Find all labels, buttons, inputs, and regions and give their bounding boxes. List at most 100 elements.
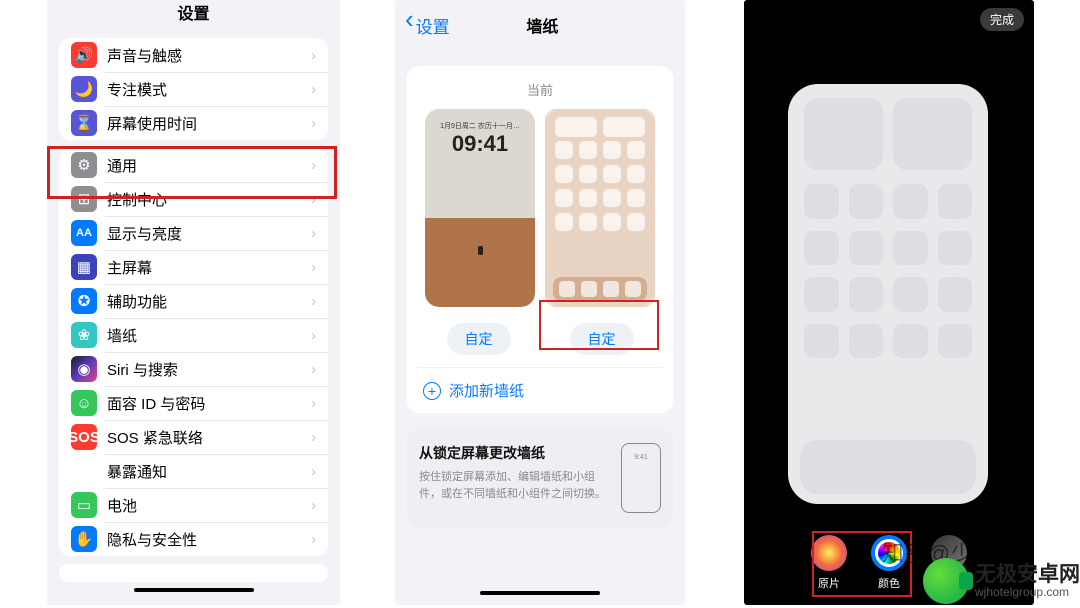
row-accessibility[interactable]: ✪ 辅助功能 › [59,284,328,318]
lock-date: 1月9日周二 农历十一月… [425,121,535,131]
row-label: 主屏幕 [107,257,311,278]
add-wallpaper-label: 添加新墙纸 [449,380,524,401]
grid-icon: ▦ [71,254,97,280]
chevron-right-icon: › [311,429,316,446]
customize-lock-button[interactable]: 自定 [447,323,511,355]
lock-clock: 09:41 [425,131,535,157]
aa-icon: AA [71,220,97,246]
chevron-right-icon: › [311,531,316,548]
lock-screen-thumb[interactable]: 1月9日周二 农历十一月… 09:41 [425,109,535,307]
chevron-right-icon: › [311,361,316,378]
chevron-left-icon [405,15,414,35]
row-control-center[interactable]: ⊞ 控制中心 › [59,182,328,216]
row-label: 声音与触感 [107,45,311,66]
switches-icon: ⊞ [71,186,97,212]
add-wallpaper-row[interactable]: + 添加新墙纸 [417,367,663,403]
row-label: 显示与亮度 [107,223,311,244]
editor-tabs: 原片 颜色 渐变 [744,535,1034,591]
row-label: SOS 紧急联络 [107,427,311,448]
row-label: 控制中心 [107,189,311,210]
face-icon: ☺ [71,390,97,416]
row-wallpaper[interactable]: ❀ 墙纸 › [59,318,328,352]
chevron-right-icon: › [311,463,316,480]
customize-home-button[interactable]: 自定 [570,323,634,355]
settings-group-2: ⚙ 通用 › ⊞ 控制中心 › AA 显示与亮度 › ▦ 主屏幕 › ✪ 辅助功 [59,148,328,556]
row-screentime[interactable]: ⌛ 屏幕使用时间 › [59,106,328,140]
help-card: 从锁定屏幕更改墙纸 按住锁定屏幕添加、编辑墙纸和小组件，或在不同墙纸和小组件之间… [407,429,673,527]
sos-icon: SOS [71,424,97,450]
hourglass-icon: ⌛ [71,110,97,136]
done-button[interactable]: 完成 [980,8,1024,31]
chevron-right-icon: › [311,497,316,514]
settings-group-1: 🔊 声音与触感 › 🌙 专注模式 › ⌛ 屏幕使用时间 › [59,38,328,140]
row-general[interactable]: ⚙ 通用 › [59,148,328,182]
row-focus[interactable]: 🌙 专注模式 › [59,72,328,106]
home-screen-thumb[interactable] [545,109,655,307]
help-title: 从锁定屏幕更改墙纸 [419,443,611,463]
chevron-right-icon: › [311,327,316,344]
row-exposure[interactable]: ✺ 暴露通知 › [59,454,328,488]
chevron-right-icon: › [311,81,316,98]
figure-icon [478,246,483,255]
row-label: 墙纸 [107,325,311,346]
chevron-right-icon: › [311,225,316,242]
row-label: 隐私与安全性 [107,529,311,550]
chevron-right-icon: › [311,157,316,174]
siri-icon: ◉ [71,356,97,382]
row-label: 面容 ID 与密码 [107,393,311,414]
row-siri[interactable]: ◉ Siri 与搜索 › [59,352,328,386]
home-indicator [480,591,600,595]
settings-title: 设置 [47,0,340,30]
moon-icon: 🌙 [71,76,97,102]
settings-panel: 设置 🔊 声音与触感 › 🌙 专注模式 › ⌛ 屏幕使用时间 › ⚙ 通用 [47,0,340,605]
chevron-right-icon: › [311,293,316,310]
tab-color[interactable]: 颜色 [871,535,907,591]
chevron-right-icon: › [311,395,316,412]
battery-icon: ▭ [71,492,97,518]
row-battery[interactable]: ▭ 电池 › [59,488,328,522]
row-label: 专注模式 [107,79,311,100]
tab-label: 渐变 [938,575,960,591]
row-sound[interactable]: 🔊 声音与触感 › [59,38,328,72]
tab-label: 原片 [818,575,840,591]
gear-icon: ⚙ [71,152,97,178]
accessibility-icon: ✪ [71,288,97,314]
row-label: 辅助功能 [107,291,311,312]
chevron-right-icon: › [311,47,316,64]
row-label: 屏幕使用时间 [107,113,311,134]
row-display[interactable]: AA 显示与亮度 › [59,216,328,250]
virus-icon: ✺ [71,458,97,484]
row-privacy[interactable]: ✋ 隐私与安全性 › [59,522,328,556]
row-faceid[interactable]: ☺ 面容 ID 与密码 › [59,386,328,420]
color-icon [871,535,907,571]
row-sos[interactable]: SOS SOS 紧急联络 › [59,420,328,454]
flower-icon: ❀ [71,322,97,348]
settings-group-3-peek [59,564,328,582]
row-label: Siri 与搜索 [107,359,311,380]
hand-icon: ✋ [71,526,97,552]
wallpaper-title: 墙纸 [410,13,675,37]
home-preview [788,84,988,504]
help-desc: 按住锁定屏幕添加、编辑墙纸和小组件，或在不同墙纸和小组件之间切换。 [419,469,611,502]
current-label: 当前 [417,80,663,99]
row-label: 电池 [107,495,311,516]
row-label: 暴露通知 [107,461,311,482]
editor-panel: 完成 原片 颜色 渐变 [744,0,1034,605]
plus-circle-icon: + [423,382,441,400]
chevron-right-icon: › [311,115,316,132]
phone-outline-icon [621,443,661,513]
sound-icon: 🔊 [71,42,97,68]
tab-label: 颜色 [878,575,900,591]
row-home-screen[interactable]: ▦ 主屏幕 › [59,250,328,284]
wallpaper-panel: 设置 墙纸 当前 1月9日周二 农历十一月… 09:41 [395,0,685,605]
photo-icon [811,535,847,571]
nav-bar: 设置 墙纸 [395,0,685,50]
home-indicator [134,588,254,592]
current-wallpaper-card: 当前 1月9日周二 农历十一月… 09:41 [407,66,673,413]
tab-photo[interactable]: 原片 [811,535,847,591]
tab-gradient[interactable]: 渐变 [931,535,967,591]
chevron-right-icon: › [311,191,316,208]
gradient-icon [931,535,967,571]
row-label: 通用 [107,155,311,176]
chevron-right-icon: › [311,259,316,276]
